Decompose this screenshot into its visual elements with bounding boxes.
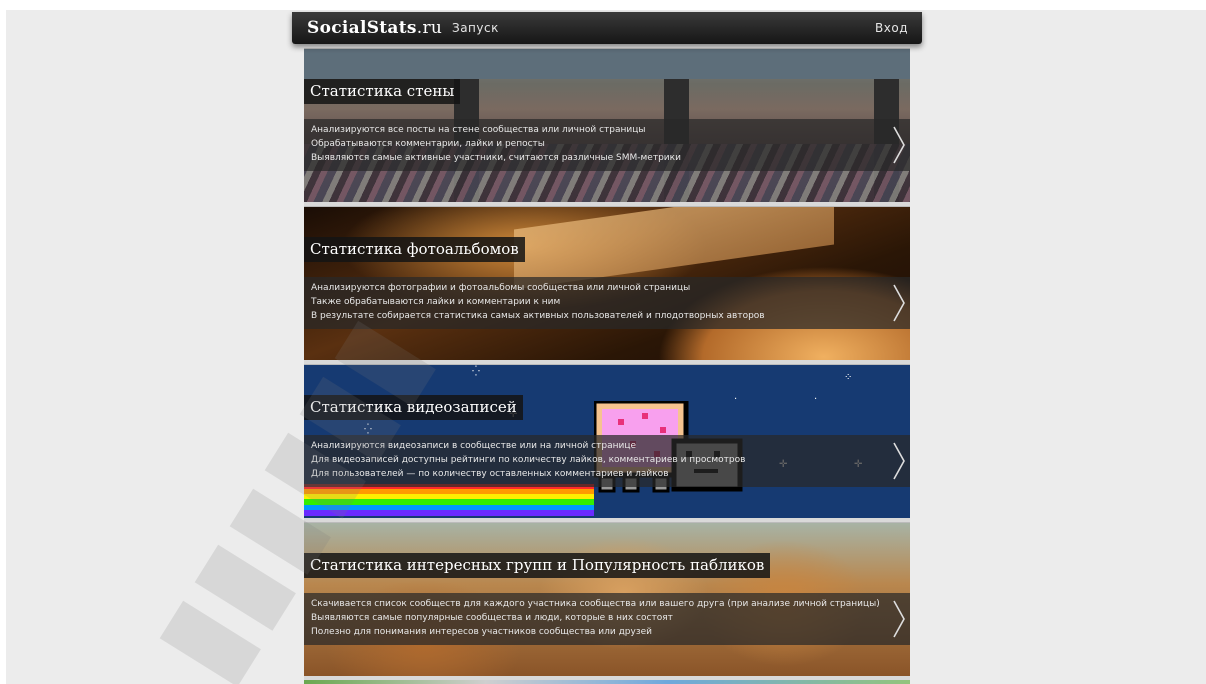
card-description-line: Для видеозаписей доступны рейтинги по ко… <box>311 455 746 465</box>
card-description-line: Обрабатываются комментарии, лайки и репо… <box>311 139 545 149</box>
page-background: SocialStats.ru Запуск Вход Статистика ст… <box>6 10 1206 684</box>
card-description-line: Также обрабатываются лайки и комментарии… <box>311 297 561 307</box>
nav-launch-link[interactable]: Запуск <box>452 21 499 35</box>
feature-card-photos[interactable]: Статистика фотоальбомов Анализируются фо… <box>304 206 910 360</box>
card-description-line: Выявляются самые активные участники, счи… <box>311 153 681 163</box>
chevron-right-icon[interactable] <box>892 441 906 481</box>
card-description-line: Анализируются видеозаписи в сообществе и… <box>311 441 636 451</box>
card-description-line: В результате собирается статистика самых… <box>311 311 765 321</box>
feature-card-wall[interactable]: Статистика стены Анализируются все посты… <box>304 48 910 202</box>
chevron-right-icon[interactable] <box>892 125 906 165</box>
card-description-line: Скачивается список сообществ для каждого… <box>311 599 880 609</box>
card-title: Статистика видеозаписей <box>304 395 523 420</box>
card-title: Статистика интересных групп и Популярнос… <box>304 553 771 578</box>
features-list: Статистика стены Анализируются все посты… <box>304 48 910 684</box>
card-description-line: Полезно для понимания интересов участник… <box>311 627 653 637</box>
card-description: Анализируются видеозаписи в сообществе и… <box>311 439 745 481</box>
card-description-line: Для пользователей — по количеству оставл… <box>311 469 669 479</box>
chevron-right-icon[interactable] <box>892 599 906 639</box>
card-title: Статистика стены <box>304 79 461 104</box>
feature-card-groups[interactable]: Статистика интересных групп и Популярнос… <box>304 522 910 676</box>
next-card-peek <box>304 680 910 684</box>
card-description-line: Выявляются самые популярные сообщества и… <box>311 613 673 623</box>
feature-card-videos[interactable]: ⁛ · · ⁘ ⁛ ✛ ✛ ✛ <box>304 364 910 518</box>
card-description: Скачивается список сообществ для каждого… <box>311 597 880 639</box>
chevron-right-icon[interactable] <box>892 283 906 323</box>
nav-login-link[interactable]: Вход <box>875 21 908 35</box>
site-logo[interactable]: SocialStats.ru <box>307 18 442 38</box>
top-navigation-bar: SocialStats.ru Запуск Вход <box>292 12 922 44</box>
card-description: Анализируются все посты на стене сообщес… <box>311 123 681 165</box>
card-description: Анализируются фотографии и фотоальбомы с… <box>311 281 765 323</box>
card-description-line: Анализируются все посты на стене сообщес… <box>311 125 646 135</box>
card-description-line: Анализируются фотографии и фотоальбомы с… <box>311 283 691 293</box>
card-title: Статистика фотоальбомов <box>304 237 525 262</box>
